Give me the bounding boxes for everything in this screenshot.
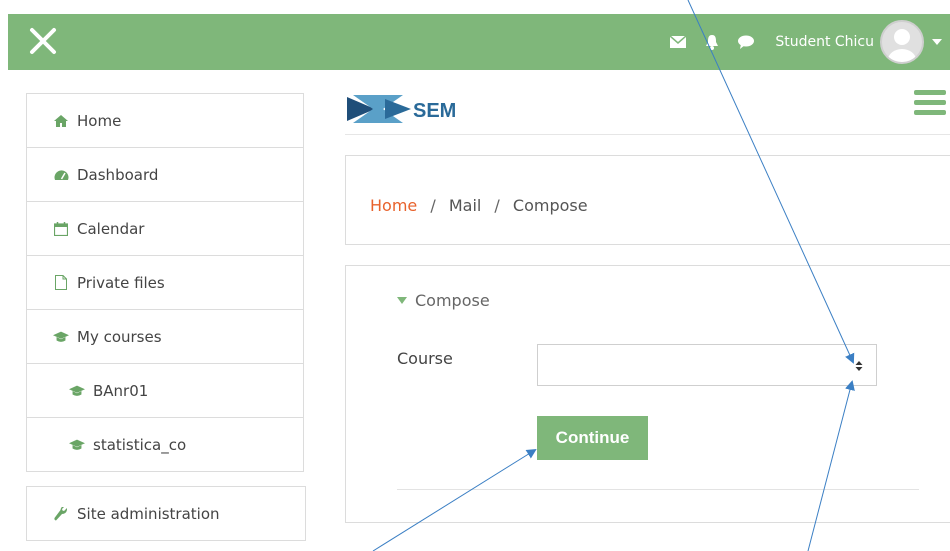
breadcrumb-separator: / bbox=[430, 196, 436, 215]
sidebar-item-my-courses[interactable]: My courses bbox=[27, 310, 303, 364]
caret-down-icon[interactable] bbox=[932, 39, 942, 45]
close-icon[interactable] bbox=[26, 24, 60, 58]
calendar-icon bbox=[53, 221, 69, 237]
hamburger-menu-icon[interactable] bbox=[914, 90, 946, 116]
wrench-icon bbox=[53, 506, 69, 522]
sidebar-item-label: Site administration bbox=[77, 504, 220, 523]
sidebar-item-statistica[interactable]: statistica_co bbox=[27, 418, 303, 471]
svg-text:SEM: SEM bbox=[413, 100, 456, 122]
bell-icon[interactable] bbox=[701, 31, 723, 53]
graduation-cap-icon bbox=[69, 437, 85, 453]
header-logo-row: SEM bbox=[345, 82, 950, 135]
dashboard-icon bbox=[53, 167, 69, 183]
home-icon bbox=[53, 113, 69, 129]
compose-form-card: Compose Course Continue bbox=[345, 265, 950, 523]
compose-section-toggle[interactable]: Compose bbox=[397, 291, 490, 310]
breadcrumb-mail[interactable]: Mail bbox=[449, 196, 482, 215]
breadcrumb-home-link[interactable]: Home bbox=[370, 196, 417, 215]
graduation-cap-icon bbox=[53, 329, 69, 345]
avatar[interactable] bbox=[880, 20, 924, 64]
graduation-cap-icon bbox=[69, 383, 85, 399]
course-select[interactable] bbox=[537, 344, 877, 386]
sidebar-item-private-files[interactable]: Private files bbox=[27, 256, 303, 310]
course-label: Course bbox=[397, 349, 453, 368]
breadcrumb-compose: Compose bbox=[512, 196, 588, 215]
breadcrumb-separator: / bbox=[494, 196, 500, 215]
sidebar-nav: Home Dashboard Calendar Private files My… bbox=[26, 93, 306, 541]
envelope-icon[interactable] bbox=[667, 31, 689, 53]
select-arrows-icon bbox=[855, 361, 863, 371]
form-divider bbox=[397, 489, 919, 490]
file-icon bbox=[53, 275, 69, 291]
sidebar-item-label: Home bbox=[77, 111, 122, 130]
sidebar-item-site-administration[interactable]: Site administration bbox=[27, 487, 305, 540]
continue-button[interactable]: Continue bbox=[537, 416, 648, 460]
breadcrumb: Home / Mail / Compose bbox=[370, 196, 588, 215]
sidebar-item-home[interactable]: Home bbox=[27, 94, 303, 148]
collapse-triangle-icon bbox=[397, 297, 407, 304]
sidebar-item-label: Calendar bbox=[77, 219, 145, 238]
sidebar-main-group: Home Dashboard Calendar Private files My… bbox=[26, 93, 304, 472]
sidebar-item-label: My courses bbox=[77, 327, 162, 346]
sidebar-item-label: BAnr01 bbox=[93, 381, 149, 400]
user-name[interactable]: Student Chicu bbox=[775, 34, 874, 50]
breadcrumb-card: Home / Mail / Compose bbox=[345, 155, 950, 245]
sidebar-admin-group: Site administration bbox=[26, 486, 306, 541]
sidebar-item-banr01[interactable]: BAnr01 bbox=[27, 364, 303, 418]
sidebar-item-calendar[interactable]: Calendar bbox=[27, 202, 303, 256]
sidebar-item-label: statistica_co bbox=[93, 435, 187, 454]
sidebar-item-dashboard[interactable]: Dashboard bbox=[27, 148, 303, 202]
sidebar-item-label: Dashboard bbox=[77, 165, 159, 184]
section-title: Compose bbox=[415, 291, 490, 310]
chat-bubble-icon[interactable] bbox=[735, 31, 757, 53]
sidebar-item-label: Private files bbox=[77, 273, 165, 292]
top-navbar: Student Chicu bbox=[8, 14, 950, 70]
site-logo[interactable]: SEM bbox=[345, 87, 495, 127]
